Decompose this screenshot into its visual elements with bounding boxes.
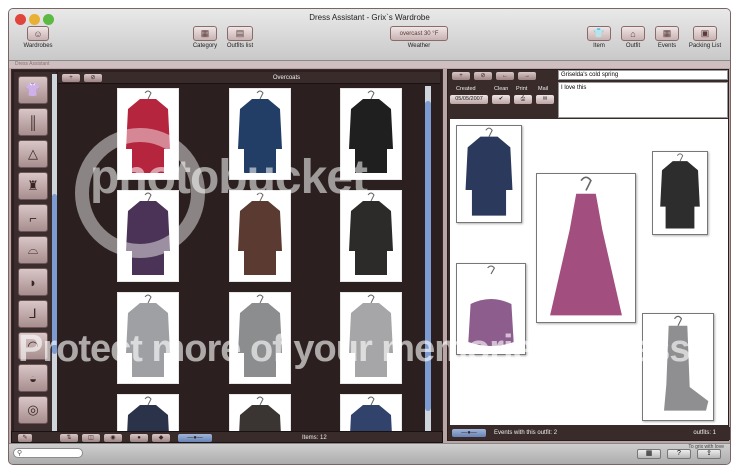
items-footer: ✎ ⇅ ◫ ◉ ● ◆ —●— Items: 12 bbox=[11, 431, 443, 443]
item-label: Item bbox=[593, 43, 605, 49]
weather-value: overcast 30 °F bbox=[390, 26, 448, 41]
title-toolbar: Dress Assistant - Grix`s Wardrobe ☺ Ward… bbox=[9, 9, 730, 61]
next-outfit-button[interactable]: → bbox=[518, 72, 536, 80]
created-date: 05/05/2007 bbox=[450, 95, 488, 104]
clean-label: Clean bbox=[494, 86, 509, 92]
sandal-icon: ⌓ bbox=[27, 242, 39, 257]
events-button[interactable]: ▦ Events bbox=[651, 26, 683, 49]
category-suits-button[interactable]: ♜ bbox=[18, 172, 48, 200]
info-button[interactable]: ● bbox=[130, 434, 148, 442]
window-title: Dress Assistant - Grix`s Wardrobe bbox=[309, 13, 430, 22]
zoom-slider[interactable]: —●— bbox=[178, 434, 212, 442]
wardrobe-subbar: Dress Assistant bbox=[9, 61, 730, 68]
edit-button[interactable]: ✎ bbox=[18, 434, 32, 442]
remove-item-button[interactable]: ⊘ bbox=[84, 74, 102, 82]
category-sandals-button[interactable]: ⌓ bbox=[18, 236, 48, 264]
shoe-icon: ◗ bbox=[29, 274, 37, 290]
grid-scrollbar[interactable] bbox=[425, 86, 431, 438]
outfit-card-pink-dress[interactable] bbox=[536, 173, 636, 323]
outfits-list-label: Outfits list bbox=[226, 43, 254, 49]
outfit-label: Outfit bbox=[625, 43, 641, 49]
add-outfit-button[interactable]: + bbox=[452, 72, 470, 80]
belt-icon: ◎ bbox=[27, 402, 39, 417]
grid-icon: ▦ bbox=[193, 26, 217, 41]
watermark-logo-text: photobucket bbox=[90, 151, 368, 204]
add-item-button[interactable]: + bbox=[62, 74, 80, 82]
packing-list-label: Packing List bbox=[688, 43, 722, 49]
item-button[interactable]: 👕 Item bbox=[583, 26, 615, 49]
created-label: Created bbox=[456, 86, 476, 92]
person-icon: ☺ bbox=[27, 26, 49, 41]
export-status-button[interactable]: ⇪ bbox=[697, 449, 721, 459]
calendar-status-button[interactable]: ▦ bbox=[637, 449, 661, 459]
previous-outfit-button[interactable]: ← bbox=[496, 72, 514, 80]
category-tops-button[interactable]: 👚 bbox=[18, 76, 48, 104]
bag-icon: ◒ bbox=[29, 370, 37, 386]
category-belts-button[interactable]: ◎ bbox=[18, 396, 48, 424]
category-shoes-button[interactable]: ◗ bbox=[18, 268, 48, 296]
outfits-list-button[interactable]: ▤ Outfits list bbox=[223, 26, 257, 49]
hanger-icon: ⌂ bbox=[621, 26, 645, 41]
weather-label: Weather bbox=[407, 43, 431, 49]
leg-icon: ⌐ bbox=[29, 210, 37, 226]
shirt-icon: 👚 bbox=[24, 82, 42, 97]
outfit-notes-field[interactable]: I love this bbox=[558, 82, 728, 118]
skirt-icon: △ bbox=[28, 146, 38, 161]
remove-outfit-button[interactable]: ⊘ bbox=[474, 72, 492, 80]
status-bar: ⚲ To grix with love ▦ ? ⇪ bbox=[9, 443, 730, 464]
search-input[interactable]: ⚲ bbox=[13, 448, 83, 458]
packing-list-button[interactable]: ▣ Packing List bbox=[685, 26, 725, 49]
watermark-banner-text: Protect more of your memories for less! bbox=[18, 328, 702, 370]
shirt-icon: 👕 bbox=[587, 26, 611, 41]
outfit-card-black-trench[interactable] bbox=[652, 151, 708, 235]
mail-label: Mail bbox=[538, 86, 549, 92]
clean-button[interactable]: ✔ bbox=[492, 95, 510, 104]
grid-header: + ⊘ Overcoats bbox=[58, 72, 440, 84]
print-button[interactable]: ⎙ bbox=[514, 95, 532, 104]
search-icon: ⚲ bbox=[17, 450, 23, 457]
category-sidebar: 👚 ║ △ ♜ ⌐ ⌓ ◗ ⅃ ◠ ◒ ◎ bbox=[14, 72, 57, 440]
category-boots-button[interactable]: ⅃ bbox=[18, 300, 48, 328]
help-status-button[interactable]: ? bbox=[667, 449, 691, 459]
outfits-count: outfits: 1 bbox=[693, 430, 716, 436]
wardrobes-button[interactable]: ☺ Wardrobes bbox=[19, 26, 57, 49]
tag-button[interactable]: ◆ bbox=[152, 434, 170, 442]
category-label: Category bbox=[192, 43, 218, 49]
sidebar-scrollbar[interactable] bbox=[52, 74, 57, 440]
suitcase-icon: ▣ bbox=[693, 26, 717, 41]
print-label: Print bbox=[516, 86, 528, 92]
category-skirts-button[interactable]: △ bbox=[18, 140, 48, 168]
outfit-button[interactable]: ⌂ Outfit bbox=[617, 26, 649, 49]
events-label: Events bbox=[657, 43, 677, 49]
wardrobes-label: Wardrobes bbox=[23, 43, 53, 49]
outfit-zoom-slider[interactable]: —●— bbox=[452, 429, 486, 437]
grid-title: Overcoats bbox=[272, 75, 301, 81]
category-stockings-button[interactable]: ⌐ bbox=[18, 204, 48, 232]
category-button[interactable]: ▦ Category bbox=[189, 26, 221, 49]
suit-icon: ♜ bbox=[27, 178, 39, 193]
items-pane: 👚 ║ △ ♜ ⌐ ⌓ ◗ ⅃ ◠ ◒ ◎ + ⊘ Overcoats bbox=[11, 69, 443, 441]
outfit-footer: —●— Events with this outfit: 2 outfits: … bbox=[448, 427, 730, 440]
outfit-name-field[interactable]: Griselda's cold spring bbox=[558, 70, 728, 80]
boot-icon: ⅃ bbox=[29, 306, 37, 321]
sort-button[interactable]: ⇅ bbox=[60, 434, 78, 442]
events-with-outfit: Events with this outfit: 2 bbox=[494, 430, 558, 436]
outfit-meta: Created 05/05/2007 Clean ✔ Print ⎙ Mail … bbox=[448, 84, 558, 118]
calendar-icon: ▦ bbox=[655, 26, 679, 41]
outfit-toolbar: + ⊘ ← → bbox=[448, 70, 558, 83]
outfit-pane: + ⊘ ← → Griselda's cold spring Created 0… bbox=[447, 69, 730, 441]
category-pants-button[interactable]: ║ bbox=[18, 108, 48, 136]
list-icon: ▤ bbox=[227, 26, 253, 41]
outfit-canvas[interactable] bbox=[450, 119, 728, 425]
view-button[interactable]: ◫ bbox=[82, 434, 100, 442]
mail-button[interactable]: ✉ bbox=[536, 95, 554, 104]
camera-button[interactable]: ◉ bbox=[104, 434, 122, 442]
weather-button[interactable]: overcast 30 °F Weather bbox=[389, 26, 449, 49]
outfit-card-navy-cardigan[interactable] bbox=[456, 125, 522, 223]
pants-icon: ║ bbox=[28, 114, 38, 130]
